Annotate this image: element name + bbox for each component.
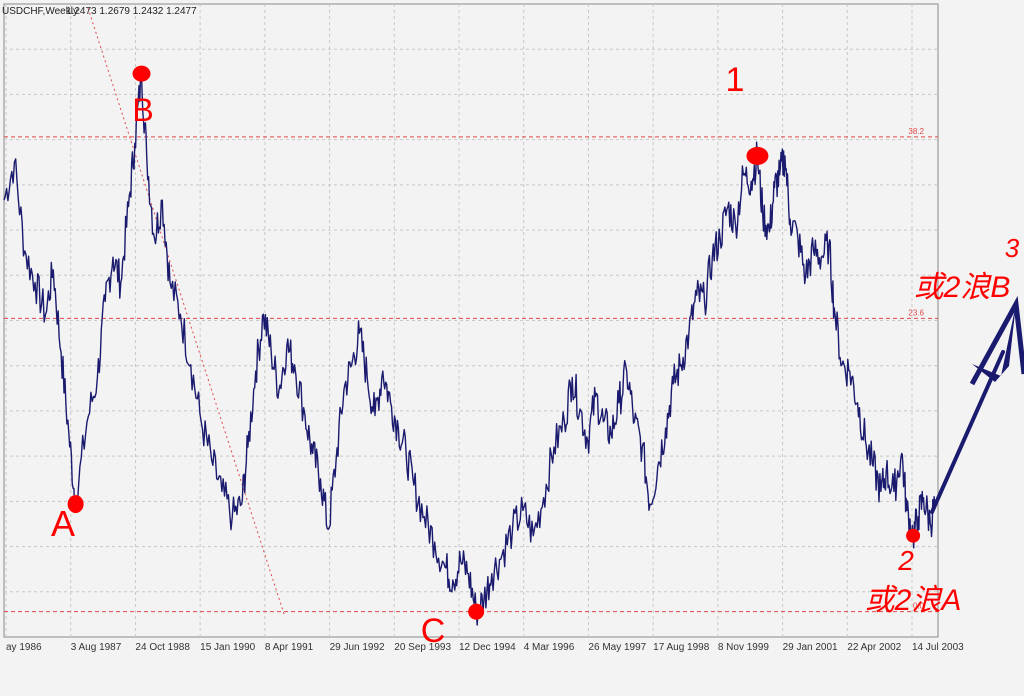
marker-B (132, 65, 151, 82)
marker-2 (906, 528, 921, 543)
wave-label-w2_alt: 或2浪A (865, 584, 962, 617)
x-tick-label: 8 Nov 1999 (718, 642, 770, 653)
trend-line (87, 7, 286, 618)
x-tick-label: 24 Oct 1988 (135, 642, 190, 653)
wave-label-w2: 2 (897, 545, 914, 576)
fib-label: 38.2 (908, 127, 924, 136)
x-tick-label: 15 Jan 1990 (200, 642, 255, 653)
x-tick-label: 12 Dec 1994 (459, 642, 516, 653)
wave-label-C: C (421, 612, 446, 650)
marker-1 (746, 146, 769, 165)
wave-label-w1: 1 (726, 61, 745, 99)
wave-labels: USDCHF,Weekly1.2473 1.2679 1.2432 1.2477… (2, 6, 1020, 650)
x-tick-label: 29 Jan 2001 (783, 642, 838, 653)
x-tick-label: 29 Jun 1992 (330, 642, 385, 653)
price-line (3, 69, 936, 626)
fib-label: 23.6 (908, 308, 924, 317)
up-arrow-head-outline (969, 295, 1024, 386)
price-chart: 38.223.60.0 ay 1986 3 Aug 1987 24 Oct 1988… (2, 3, 1024, 653)
wave-label-B: B (132, 92, 153, 128)
chart-container: 38.2 23.6 0.0 ay 1986 3 Aug 1987 24 Oct 1988… (0, 0, 1024, 691)
price-series (3, 69, 936, 626)
x-tick-label: 3 Aug 1987 (71, 642, 122, 653)
wave-label-w3_alt: 或2浪B (914, 271, 1011, 304)
x-tick-label: 22 Apr 2002 (847, 642, 901, 653)
wave-label-A: A (51, 503, 75, 544)
x-tick-label: ay 1986 (6, 642, 42, 653)
x-tick-label: 17 Aug 1998 (653, 642, 710, 653)
marker-C (468, 603, 485, 620)
trend-lines (87, 7, 286, 618)
wave-markers (67, 65, 1024, 620)
x-tick-label: 26 May 1997 (588, 642, 646, 653)
x-axis: ay 1986 3 Aug 1987 24 Oct 1988 15 Jan 1990 8… (6, 642, 964, 653)
x-tick-label: 8 Apr 1991 (265, 642, 314, 653)
chart-ohlc: 1.2473 1.2679 1.2432 1.2477 (66, 6, 197, 17)
fibonacci-levels: 38.223.60.0 (4, 127, 938, 613)
x-tick-label: 14 Jul 2003 (912, 642, 964, 653)
x-tick-label: 4 Mar 1996 (524, 642, 575, 653)
wave-label-w3: 3 (1005, 233, 1020, 263)
